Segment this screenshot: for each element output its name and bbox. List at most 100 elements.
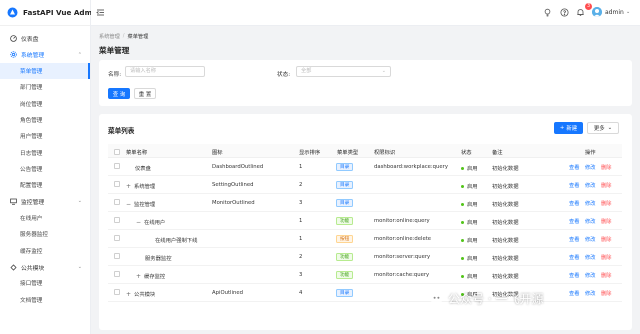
sidebar-item-label: 日志管理 <box>20 150 43 157</box>
column-header: 操作 <box>585 150 596 156</box>
remark: 初始化数据 <box>492 238 519 244</box>
avatar[interactable] <box>592 7 602 17</box>
expand-icon[interactable]: + <box>126 183 131 190</box>
edit-link[interactable]: 修改 <box>585 200 595 207</box>
menu-name: 在线用户 <box>144 220 166 226</box>
sidebar-item[interactable]: 仪表盘 <box>0 30 90 47</box>
edit-link[interactable]: 修改 <box>585 236 595 243</box>
sidebar-subitem[interactable]: 文档管理 <box>0 292 90 308</box>
sidebar-subitem[interactable]: 日志管理 <box>0 144 90 160</box>
sidebar-subitem[interactable]: 部门管理 <box>0 79 90 95</box>
table-row[interactable]: + 缓存监控 3 功能 monitor:cache:query 启用 初始化数据 查看 修改 删除 <box>108 266 622 284</box>
collapse-icon[interactable]: − <box>126 201 131 208</box>
collapse-icon[interactable]: − <box>136 219 141 226</box>
delete-link[interactable]: 删除 <box>601 236 611 243</box>
select-all-checkbox[interactable] <box>114 149 120 155</box>
row-checkbox[interactable] <box>114 163 120 169</box>
status-select[interactable]: 全部 ⌄ <box>296 66 391 77</box>
row-checkbox[interactable] <box>114 253 120 259</box>
sidebar-subitem[interactable]: 用户管理 <box>0 128 90 144</box>
row-checkbox[interactable] <box>114 289 120 295</box>
delete-link[interactable]: 删除 <box>601 164 611 171</box>
table-row[interactable]: + 系统管理 SettingOutlined 2 目录 启用 初始化数据 查看 修改 删除 <box>108 176 622 194</box>
delete-link[interactable]: 删除 <box>601 290 611 297</box>
sidebar-item-label: 公共模块 <box>21 265 45 272</box>
sidebar-subitem[interactable]: 缓存监控 <box>0 242 90 258</box>
name-input[interactable]: 请输入名称 <box>125 66 205 77</box>
menu-name-cell: − 监控管理 <box>126 200 155 208</box>
delete-link[interactable]: 删除 <box>601 218 611 225</box>
row-checkbox[interactable] <box>114 181 120 187</box>
edit-link[interactable]: 修改 <box>585 272 595 279</box>
delete-link[interactable]: 删除 <box>601 272 611 279</box>
row-checkbox[interactable] <box>114 235 120 241</box>
table-row[interactable]: 服务器监控 2 功能 monitor:server:query 启用 初始化数据 查看 修改删… <box>108 248 622 266</box>
menu-name-cell: + 公共模块 <box>126 290 155 298</box>
view-link[interactable]: 查看 <box>569 272 579 279</box>
sidebar-subitem[interactable]: 角色管理 <box>0 112 90 128</box>
delete-link[interactable]: 删除 <box>601 182 611 189</box>
table-row[interactable]: 仪表盘 DashboardOutlined 1 目录 dashboard:workpla… <box>108 158 622 176</box>
edit-link[interactable]: 修改 <box>585 290 595 297</box>
bell-icon[interactable] <box>576 8 585 17</box>
view-link[interactable]: 查看 <box>569 164 579 171</box>
view-link[interactable]: 查看 <box>569 236 579 243</box>
sidebar-subitem[interactable]: 配置管理 <box>0 177 90 193</box>
sidebar-subitem[interactable]: 公告管理 <box>0 161 90 177</box>
sidebar-group[interactable]: 监控管理 ⌄ <box>0 193 90 210</box>
menu-name-cell: 仪表盘 <box>126 164 151 172</box>
help-icon[interactable] <box>560 8 569 17</box>
page-title: 菜单管理 <box>99 46 130 55</box>
new-button-label: 新建 <box>566 126 578 132</box>
sidebar-item-label: 菜单管理 <box>20 69 43 76</box>
view-link[interactable]: 查看 <box>569 218 579 225</box>
new-button[interactable]: + 新建 <box>554 122 583 134</box>
breadcrumb-item[interactable]: 系统管理 <box>99 33 120 40</box>
menu-name: 在线用户强制下线 <box>155 238 198 244</box>
delete-link[interactable]: 删除 <box>601 200 611 207</box>
more-button[interactable]: 更多 ⌄ <box>587 122 619 134</box>
permission-code: monitor:online:delete <box>374 236 432 242</box>
table-row[interactable]: + 公共模块 ApiOutlined 4 目录 启用 初始化数据 查看 修改 删除 <box>108 284 622 302</box>
edit-link[interactable]: 修改 <box>585 164 595 171</box>
edit-link[interactable]: 修改 <box>585 182 595 189</box>
view-link[interactable]: 查看 <box>569 182 579 189</box>
delete-link[interactable]: 删除 <box>601 254 611 261</box>
menu-icon-name: ApiOutlined <box>212 290 243 296</box>
row-checkbox[interactable] <box>114 199 120 205</box>
status-label: 状态: <box>277 72 291 78</box>
query-button[interactable]: 查 询 <box>108 88 130 99</box>
status-text: 启用 <box>467 274 478 280</box>
table-row[interactable]: − 在线用户 1 功能 monitor:online:query 启用 初始化数据 查看 修改删… <box>108 212 622 230</box>
menu-name-cell: − 在线用户 <box>136 218 165 226</box>
user-name[interactable]: admin <box>605 9 624 16</box>
view-link[interactable]: 查看 <box>569 290 579 297</box>
row-checkbox[interactable] <box>114 271 120 277</box>
sidebar-subitem[interactable]: 菜单管理 <box>0 63 90 80</box>
sidebar-subitem[interactable]: 岗位管理 <box>0 96 90 112</box>
column-header: 菜单类型 <box>337 150 359 156</box>
view-link[interactable]: 查看 <box>569 200 579 207</box>
status-cell: 启用 <box>461 200 478 208</box>
view-link[interactable]: 查看 <box>569 254 579 261</box>
expand-icon[interactable]: + <box>126 291 131 298</box>
chevron-up-icon: ⌃ <box>77 51 82 58</box>
sidebar-subitem[interactable]: 接口管理 <box>0 275 90 291</box>
wechat-icon <box>430 292 443 305</box>
brand[interactable]: FastAPI Vue Admin <box>0 0 100 26</box>
expand-icon[interactable]: + <box>136 273 141 280</box>
table-row[interactable]: − 监控管理 MonitorOutlined 3 目录 启用 初始化数据 查看 修改 删除 <box>108 194 622 212</box>
reset-button[interactable]: 重 置 <box>134 88 156 99</box>
sidebar-subitem[interactable]: 服务器监控 <box>0 226 90 242</box>
menu-fold-icon[interactable] <box>96 8 105 17</box>
row-checkbox[interactable] <box>114 217 120 223</box>
sidebar-group[interactable]: 系统管理 ⌃ <box>0 47 90 64</box>
status-text: 启用 <box>467 238 478 244</box>
chevron-down-icon[interactable]: ⌄ <box>626 9 630 15</box>
lightbulb-icon[interactable] <box>543 8 552 17</box>
table-row[interactable]: 在线用户强制下线 1 按钮 monitor:online:delete 启用 初始化数据 查… <box>108 230 622 248</box>
sidebar-subitem[interactable]: 在线用户 <box>0 210 90 226</box>
sidebar-group[interactable]: 公共模块 ⌄ <box>0 259 90 276</box>
edit-link[interactable]: 修改 <box>585 254 595 261</box>
edit-link[interactable]: 修改 <box>585 218 595 225</box>
